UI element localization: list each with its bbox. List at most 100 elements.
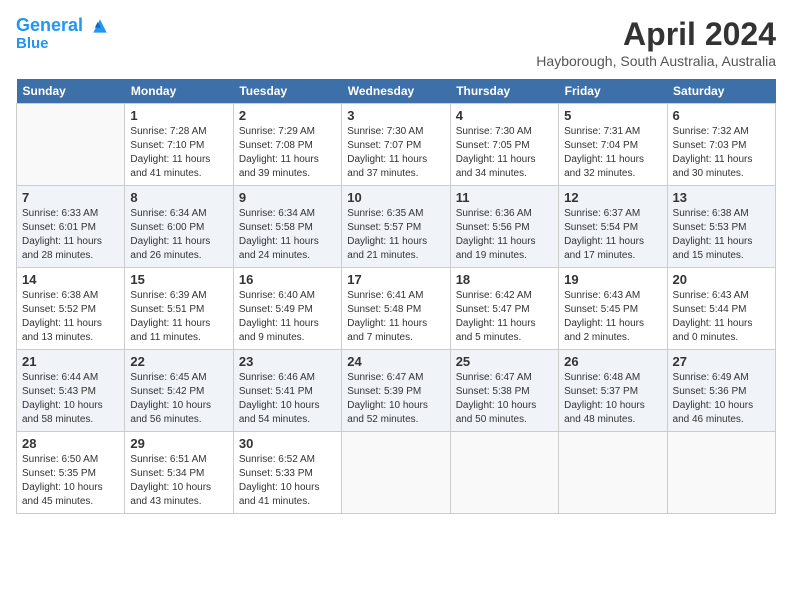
calendar-cell: [17, 104, 125, 186]
day-info: Sunrise: 6:40 AMSunset: 5:49 PMDaylight:…: [239, 289, 336, 345]
day-info: Sunrise: 7:31 AMSunset: 7:04 PMDaylight:…: [564, 125, 661, 181]
day-number: 25: [456, 354, 553, 369]
day-info: Sunrise: 6:35 AMSunset: 5:57 PMDaylight:…: [347, 207, 444, 263]
calendar-cell: 11Sunrise: 6:36 AMSunset: 5:56 PMDayligh…: [450, 186, 558, 268]
day-number: 8: [130, 190, 227, 205]
calendar-week-row: 28 Sunrise: 6:50 AMSunset: 5:35 PMDayligh…: [17, 432, 776, 514]
calendar-cell: 12Sunrise: 6:37 AMSunset: 5:54 PMDayligh…: [559, 186, 667, 268]
calendar-cell: 17 Sunrise: 6:41 AMSunset: 5:48 PMDayligh…: [342, 268, 450, 350]
day-info: Sunrise: 6:43 AMSunset: 5:44 PMDaylight:…: [673, 289, 770, 345]
day-info: Sunrise: 7:30 AMSunset: 7:07 PMDaylight:…: [347, 125, 444, 181]
day-info: Sunrise: 7:29 AMSunset: 7:08 PMDaylight:…: [239, 125, 336, 181]
day-number: 3: [347, 108, 444, 123]
calendar-cell: 3 Sunrise: 7:30 AMSunset: 7:07 PMDaylight…: [342, 104, 450, 186]
day-number: 13: [673, 190, 770, 205]
weekday-header: Friday: [559, 79, 667, 104]
title-area: April 2024 Hayborough, South Australia, …: [536, 16, 776, 69]
day-info: Sunrise: 6:44 AMSunset: 5:43 PMDaylight:…: [22, 371, 119, 427]
calendar-cell: 24 Sunrise: 6:47 AMSunset: 5:39 PMDayligh…: [342, 350, 450, 432]
day-number: 18: [456, 272, 553, 287]
calendar-cell: 29 Sunrise: 6:51 AMSunset: 5:34 PMDayligh…: [125, 432, 233, 514]
calendar-cell: 1 Sunrise: 7:28 AMSunset: 7:10 PMDaylight…: [125, 104, 233, 186]
logo-subtext: Blue: [16, 36, 110, 53]
day-number: 1: [130, 108, 227, 123]
day-info: Sunrise: 6:48 AMSunset: 5:37 PMDaylight:…: [564, 371, 661, 427]
day-number: 30: [239, 436, 336, 451]
logo: General Blue: [16, 16, 110, 53]
weekday-header: Monday: [125, 79, 233, 104]
day-number: 11: [456, 190, 553, 205]
day-info: Sunrise: 6:52 AMSunset: 5:33 PMDaylight:…: [239, 453, 336, 509]
day-info: Sunrise: 6:42 AMSunset: 5:47 PMDaylight:…: [456, 289, 553, 345]
calendar-cell: 27Sunrise: 6:49 AMSunset: 5:36 PMDayligh…: [667, 350, 775, 432]
calendar-cell: 2Sunrise: 7:29 AMSunset: 7:08 PMDaylight…: [233, 104, 341, 186]
calendar-week-row: 7 Sunrise: 6:33 AMSunset: 6:01 PMDaylight…: [17, 186, 776, 268]
day-info: Sunrise: 6:39 AMSunset: 5:51 PMDaylight:…: [130, 289, 227, 345]
calendar-cell: 22 Sunrise: 6:45 AMSunset: 5:42 PMDayligh…: [125, 350, 233, 432]
calendar-header-row: SundayMondayTuesdayWednesdayThursdayFrid…: [17, 79, 776, 104]
day-number: 17: [347, 272, 444, 287]
day-info: Sunrise: 6:47 AMSunset: 5:39 PMDaylight:…: [347, 371, 444, 427]
day-number: 24: [347, 354, 444, 369]
calendar-cell: 9Sunrise: 6:34 AMSunset: 5:58 PMDaylight…: [233, 186, 341, 268]
day-number: 14: [22, 272, 119, 287]
calendar-cell: 15Sunrise: 6:39 AMSunset: 5:51 PMDayligh…: [125, 268, 233, 350]
day-info: Sunrise: 7:30 AMSunset: 7:05 PMDaylight:…: [456, 125, 553, 181]
calendar-cell: 23 Sunrise: 6:46 AMSunset: 5:41 PMDayligh…: [233, 350, 341, 432]
calendar-cell: 30 Sunrise: 6:52 AMSunset: 5:33 PMDayligh…: [233, 432, 341, 514]
calendar-cell: [559, 432, 667, 514]
calendar-cell: 16Sunrise: 6:40 AMSunset: 5:49 PMDayligh…: [233, 268, 341, 350]
calendar-cell: [342, 432, 450, 514]
day-info: Sunrise: 7:28 AMSunset: 7:10 PMDaylight:…: [130, 125, 227, 181]
month-title: April 2024: [536, 16, 776, 53]
day-number: 6: [673, 108, 770, 123]
calendar-cell: 20 Sunrise: 6:43 AMSunset: 5:44 PMDayligh…: [667, 268, 775, 350]
calendar-week-row: 21 Sunrise: 6:44 AMSunset: 5:43 PMDayligh…: [17, 350, 776, 432]
day-number: 7: [22, 190, 119, 205]
calendar-cell: 18 Sunrise: 6:42 AMSunset: 5:47 PMDayligh…: [450, 268, 558, 350]
calendar-cell: 28 Sunrise: 6:50 AMSunset: 5:35 PMDayligh…: [17, 432, 125, 514]
day-number: 19: [564, 272, 661, 287]
day-number: 20: [673, 272, 770, 287]
location-title: Hayborough, South Australia, Australia: [536, 53, 776, 69]
calendar-cell: 4 Sunrise: 7:30 AMSunset: 7:05 PMDaylight…: [450, 104, 558, 186]
logo-text: General: [16, 16, 110, 36]
day-number: 22: [130, 354, 227, 369]
day-number: 21: [22, 354, 119, 369]
day-number: 26: [564, 354, 661, 369]
day-number: 28: [22, 436, 119, 451]
calendar-cell: 7 Sunrise: 6:33 AMSunset: 6:01 PMDaylight…: [17, 186, 125, 268]
calendar-cell: [667, 432, 775, 514]
day-info: Sunrise: 6:41 AMSunset: 5:48 PMDaylight:…: [347, 289, 444, 345]
day-number: 29: [130, 436, 227, 451]
calendar-cell: 21 Sunrise: 6:44 AMSunset: 5:43 PMDayligh…: [17, 350, 125, 432]
day-number: 10: [347, 190, 444, 205]
day-info: Sunrise: 6:50 AMSunset: 5:35 PMDaylight:…: [22, 453, 119, 509]
day-info: Sunrise: 6:34 AMSunset: 6:00 PMDaylight:…: [130, 207, 227, 263]
day-info: Sunrise: 6:34 AMSunset: 5:58 PMDaylight:…: [239, 207, 336, 263]
calendar-cell: 6Sunrise: 7:32 AMSunset: 7:03 PMDaylight…: [667, 104, 775, 186]
weekday-header: Saturday: [667, 79, 775, 104]
day-info: Sunrise: 6:49 AMSunset: 5:36 PMDaylight:…: [673, 371, 770, 427]
weekday-header: Thursday: [450, 79, 558, 104]
calendar-cell: 5 Sunrise: 7:31 AMSunset: 7:04 PMDaylight…: [559, 104, 667, 186]
calendar-cell: 25Sunrise: 6:47 AMSunset: 5:38 PMDayligh…: [450, 350, 558, 432]
day-number: 23: [239, 354, 336, 369]
calendar-cell: 14 Sunrise: 6:38 AMSunset: 5:52 PMDayligh…: [17, 268, 125, 350]
calendar-cell: 8 Sunrise: 6:34 AMSunset: 6:00 PMDaylight…: [125, 186, 233, 268]
day-number: 5: [564, 108, 661, 123]
day-info: Sunrise: 6:45 AMSunset: 5:42 PMDaylight:…: [130, 371, 227, 427]
day-number: 4: [456, 108, 553, 123]
page-header: General Blue April 2024 Hayborough, Sout…: [16, 16, 776, 69]
calendar-week-row: 1 Sunrise: 7:28 AMSunset: 7:10 PMDaylight…: [17, 104, 776, 186]
day-info: Sunrise: 6:33 AMSunset: 6:01 PMDaylight:…: [22, 207, 119, 263]
day-info: Sunrise: 6:46 AMSunset: 5:41 PMDaylight:…: [239, 371, 336, 427]
day-info: Sunrise: 6:38 AMSunset: 5:52 PMDaylight:…: [22, 289, 119, 345]
day-info: Sunrise: 6:51 AMSunset: 5:34 PMDaylight:…: [130, 453, 227, 509]
calendar-week-row: 14 Sunrise: 6:38 AMSunset: 5:52 PMDayligh…: [17, 268, 776, 350]
day-info: Sunrise: 6:37 AMSunset: 5:54 PMDaylight:…: [564, 207, 661, 263]
weekday-header: Wednesday: [342, 79, 450, 104]
day-info: Sunrise: 6:38 AMSunset: 5:53 PMDaylight:…: [673, 207, 770, 263]
calendar-cell: 26 Sunrise: 6:48 AMSunset: 5:37 PMDayligh…: [559, 350, 667, 432]
weekday-header: Sunday: [17, 79, 125, 104]
